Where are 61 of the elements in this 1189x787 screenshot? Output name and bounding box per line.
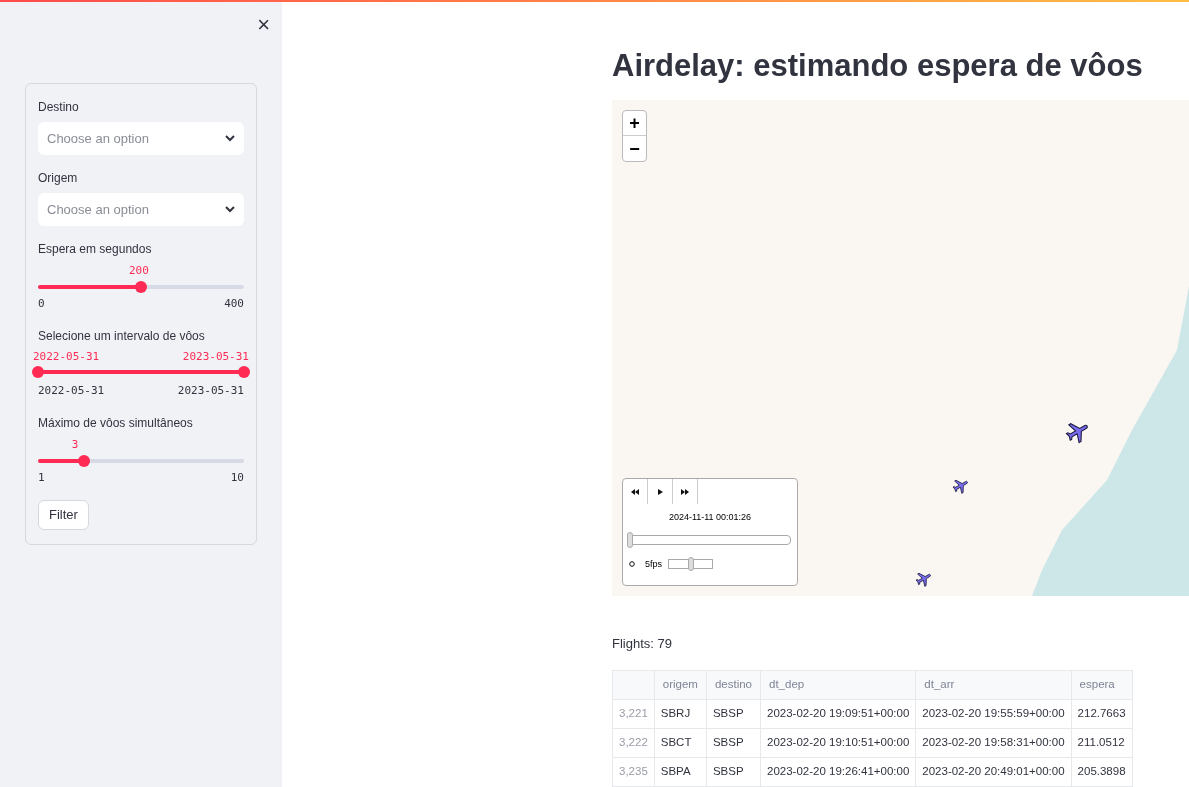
slider-value: 2022-05-31 (33, 348, 100, 365)
table-cell: 2023-02-20 19:10:51+00:00 (760, 728, 916, 757)
table-cell: 2023-02-20 19:58:31+00:00 (915, 728, 1072, 757)
select-dropdown[interactable]: Choose an option (38, 193, 244, 226)
slider-thumb[interactable] (77, 454, 90, 467)
table-cell: SBSP (706, 757, 761, 786)
page-title: Airdelay: estimando espera de vôos (612, 47, 1144, 85)
column-header[interactable]: origem (654, 670, 707, 699)
filter-button[interactable]: Filter (38, 500, 89, 530)
play-icon (657, 488, 663, 495)
row-index: 3,222 (612, 728, 655, 757)
select-dropdown[interactable]: Choose an option (38, 122, 244, 155)
select-label: Origem (38, 170, 79, 187)
slider-value: 2023-05-31 (182, 348, 249, 365)
row-index: 3,235 (612, 757, 655, 786)
table-cell: 2023-02-20 19:55:59+00:00 (915, 699, 1072, 728)
timestamp: 2024-11-11 00:01:26 (668, 512, 752, 523)
table-cell: 212.7663 (1071, 699, 1133, 728)
zoom-in-button[interactable]: + (623, 111, 646, 136)
column-header[interactable]: dt_dep (760, 670, 916, 699)
fps-label: 5fps (645, 559, 662, 569)
slider-label: Espera em segundos (38, 241, 153, 258)
slider-min: 1 (38, 469, 45, 486)
table-cell: SBRJ (654, 699, 707, 728)
airplane-icon (952, 477, 970, 495)
column-header[interactable]: dt_arr (915, 670, 1072, 699)
chevron-down-icon (225, 135, 235, 142)
slider-thumb[interactable] (32, 366, 44, 378)
slider-max: 2023-05-31 (177, 383, 244, 399)
table-cell: SBSP (706, 728, 761, 757)
zoom-out-button[interactable]: − (623, 136, 646, 161)
slider-min: 2022-05-31 (38, 383, 105, 399)
slider-value: 200 (129, 263, 149, 279)
table-cell: SBPA (654, 757, 707, 786)
table-cell: 205.3898 (1071, 757, 1133, 786)
slider-value: 3 (71, 436, 79, 453)
fps-slider-thumb[interactable] (687, 557, 694, 571)
slider-label: Selecione um intervalo de vôos (38, 327, 206, 345)
flights-count: Flights: 79 (612, 635, 673, 653)
row-index: 3,221 (612, 699, 655, 728)
slider-thumb[interactable] (238, 366, 250, 378)
rewind-icon (631, 488, 639, 495)
table-cell: SBSP (706, 699, 761, 728)
column-header[interactable]: espera (1071, 670, 1133, 699)
table-cell: 2023-02-20 20:49:01+00:00 (915, 757, 1072, 786)
table-cell: 211.0512 (1071, 728, 1133, 757)
slider-label: Máximo de vôos simultâneos (38, 414, 194, 432)
time-slider-thumb[interactable] (627, 532, 633, 548)
table-cell: SBCT (654, 728, 707, 757)
table-cell: 2023-02-20 19:09:51+00:00 (760, 699, 916, 728)
fast-forward-icon (681, 488, 689, 495)
chevron-down-icon (225, 206, 235, 213)
slider-max: 400 (224, 296, 244, 312)
slider-max: 10 (230, 469, 244, 486)
airplane-icon (915, 570, 933, 588)
column-header[interactable]: destino (706, 670, 761, 699)
slider-min: 0 (38, 296, 45, 312)
select-label: Destino (38, 99, 80, 116)
close-button[interactable]: × (257, 14, 270, 36)
table-cell: 2023-02-20 19:26:41+00:00 (760, 757, 916, 786)
slider-thumb[interactable] (135, 281, 147, 293)
